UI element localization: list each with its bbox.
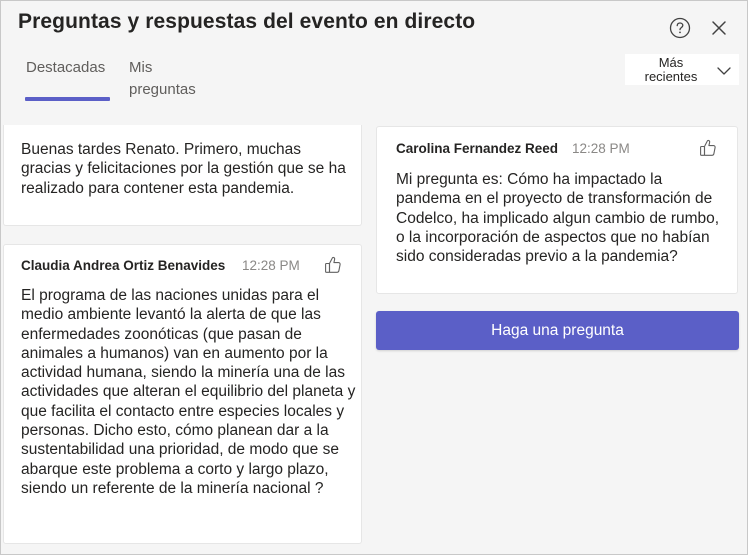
question-text: El programa de las naciones unidas para … [21,287,356,497]
question-circle-icon[interactable] [669,17,691,39]
question-author: Claudia Andrea Ortiz Benavides [21,258,226,273]
question-card: Buenas tardes Renato. Primero, muchas gr… [3,125,362,226]
active-tab-indicator [25,97,110,101]
question-author: Carolina Fernandez Reed [396,141,559,156]
sort-dropdown-label: Más recientes [644,55,698,84]
ask-question-button[interactable]: Haga una pregunta [376,311,739,350]
question-text: Buenas tardes Renato. Primero, muchas gr… [21,141,346,197]
question-card: Claudia Andrea Ortiz Benavides 12:28 PM … [3,244,362,544]
tab-mis-preguntas[interactable]: Mis preguntas [129,57,219,101]
question-time: 12:28 PM [572,141,630,156]
question-card: Carolina Fernandez Reed 12:28 PM Mi preg… [376,126,738,294]
close-icon[interactable] [708,17,730,39]
like-icon[interactable] [323,255,343,275]
like-icon[interactable] [698,138,718,158]
chevron-down-icon [717,63,731,81]
panel-title: Preguntas y respuestas del evento en dir… [18,10,476,33]
tab-destacadas[interactable]: Destacadas [26,57,105,79]
qa-panel: Preguntas y respuestas del evento en dir… [0,0,748,555]
question-time: 12:28 PM [242,258,300,273]
question-text: Mi pregunta es: Cómo ha impactado la pan… [396,171,720,266]
sort-dropdown[interactable]: Más recientes [625,54,739,85]
